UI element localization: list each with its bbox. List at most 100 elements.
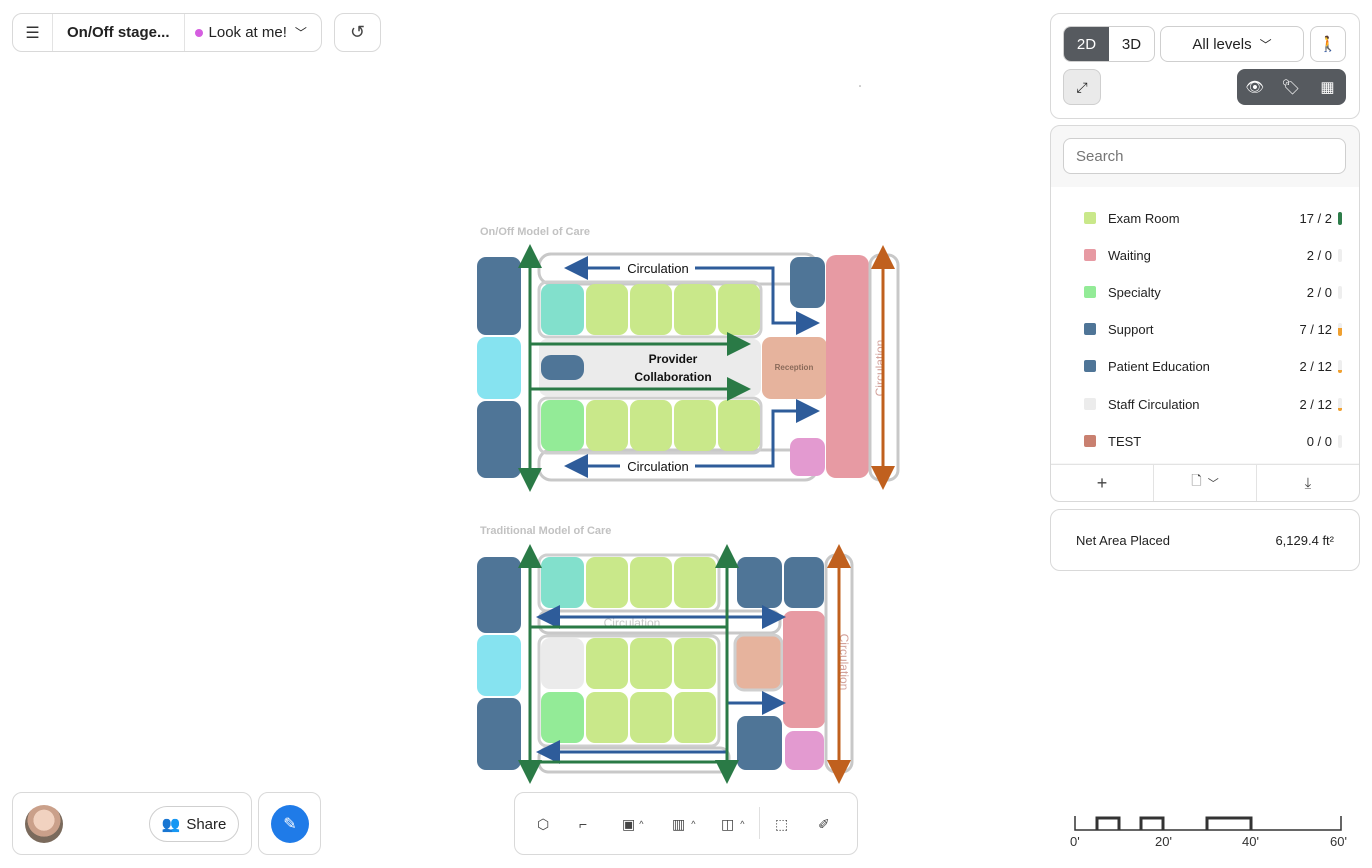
room[interactable]	[477, 337, 521, 399]
exam-room[interactable]	[630, 284, 672, 335]
building-tool-button[interactable]: ▥ ^	[672, 814, 695, 834]
legend-item[interactable]: Specialty 2 / 0	[1084, 281, 1342, 303]
image-icon: ▣	[622, 815, 636, 832]
room[interactable]	[790, 438, 825, 476]
exam-room[interactable]	[630, 557, 672, 608]
progress-bar	[1338, 285, 1342, 299]
ruler-icon: ✐	[818, 815, 830, 832]
exam-room[interactable]	[630, 400, 672, 451]
legend-item[interactable]: Staff Circulation 2 / 12	[1084, 393, 1342, 415]
cube-tool-button[interactable]: ⬡	[537, 814, 549, 834]
staff-room[interactable]	[541, 638, 584, 689]
exam-room[interactable]	[586, 400, 628, 451]
legend-item-label: Waiting	[1108, 247, 1151, 263]
waiting-room[interactable]	[826, 255, 869, 478]
support-room[interactable]	[477, 698, 521, 770]
magic-wand-button[interactable]: ✎	[271, 805, 309, 843]
avatar[interactable]	[25, 805, 63, 843]
legend-item-label: Staff Circulation	[1108, 396, 1200, 412]
scale-bar	[1074, 816, 1342, 831]
exam-room[interactable]	[630, 692, 672, 743]
specialty-room[interactable]	[541, 557, 584, 608]
room[interactable]	[785, 731, 824, 770]
collab-label-line2: Collaboration	[634, 370, 711, 384]
legend-item-count: 2 / 12	[1299, 358, 1332, 374]
specialty-room[interactable]	[541, 692, 584, 743]
exam-room[interactable]	[586, 284, 628, 335]
progress-bar	[1338, 248, 1342, 262]
legend-item[interactable]: Waiting 2 / 0	[1084, 244, 1342, 266]
mode-2d-button[interactable]: 2D	[1064, 27, 1109, 61]
reception-label: Reception	[775, 363, 814, 372]
exam-room[interactable]	[674, 400, 716, 451]
mode-3d-button[interactable]: 3D	[1109, 27, 1154, 61]
walking-person-icon: 🚶	[1318, 36, 1338, 53]
progress-bar	[1338, 434, 1342, 448]
add-program-button[interactable]: +	[1051, 465, 1154, 501]
fit-view-button[interactable]: ⤢	[1063, 69, 1101, 105]
legend-item-label: Patient Education	[1108, 358, 1210, 374]
tag-icon[interactable]: 🏷	[1273, 69, 1309, 105]
exam-room[interactable]	[586, 557, 628, 608]
door-tool-button[interactable]: ⌐	[579, 814, 587, 834]
exam-room[interactable]	[586, 638, 628, 689]
note-tool-button[interactable]: ◫ ^	[721, 814, 744, 834]
levels-dropdown[interactable]: All levels ﹀	[1160, 26, 1304, 62]
collab-label-line1: Provider	[649, 352, 698, 366]
exam-room[interactable]	[674, 557, 716, 608]
specialty-room[interactable]	[541, 400, 584, 451]
measure-tool-button[interactable]: ✐	[818, 814, 830, 834]
document-menu-button[interactable]: 🗋 ﹀	[1154, 465, 1257, 501]
legend-item-count: 2 / 0	[1306, 284, 1332, 300]
chevron-up-icon: ^	[639, 819, 644, 829]
eye-icon[interactable]: 👁	[1237, 69, 1273, 105]
support-room[interactable]	[477, 257, 521, 335]
support-room[interactable]	[737, 716, 782, 770]
color-swatch	[1084, 212, 1096, 224]
exam-room[interactable]	[718, 284, 760, 335]
legend-item[interactable]: Exam Room 17 / 2	[1084, 207, 1342, 229]
net-area-value: 6,129.4 ft²	[1275, 532, 1334, 548]
specialty-room[interactable]	[541, 284, 584, 335]
legend-item[interactable]: TEST 0 / 0	[1084, 430, 1342, 452]
chevron-down-icon: ﹀	[1259, 37, 1272, 52]
expand-arrows-icon: ⤢	[1076, 78, 1088, 95]
walk-mode-button[interactable]: 🚶	[1310, 26, 1346, 62]
support-room[interactable]	[541, 355, 584, 380]
scale-tick-0: 0'	[1070, 834, 1080, 849]
display-toggles: 👁 🏷 ▦	[1237, 69, 1346, 105]
scale-tick-2: 40'	[1242, 834, 1259, 849]
waiting-room[interactable]	[783, 611, 825, 728]
color-swatch	[1084, 398, 1096, 410]
room[interactable]	[477, 635, 521, 696]
legend-item[interactable]: Patient Education 2 / 12	[1084, 355, 1342, 377]
download-button[interactable]: ⤓	[1257, 465, 1359, 501]
exam-room[interactable]	[630, 638, 672, 689]
support-room[interactable]	[784, 557, 824, 608]
support-room[interactable]	[737, 557, 782, 608]
exam-room[interactable]	[674, 638, 716, 689]
search-input[interactable]	[1063, 138, 1346, 174]
download-icon: ⤓	[1304, 474, 1312, 492]
support-room[interactable]	[477, 401, 521, 478]
reception-room[interactable]	[733, 633, 784, 692]
document-icon: 🗋	[1191, 473, 1202, 488]
progress-bar	[1338, 397, 1342, 411]
exam-room[interactable]	[674, 692, 716, 743]
grid-icon[interactable]: ▦	[1309, 69, 1346, 105]
floor-plan-canvas[interactable]: On/Off Model of Care Provider Collaborat…	[0, 0, 1040, 790]
support-room[interactable]	[477, 557, 521, 633]
exam-room[interactable]	[718, 400, 760, 451]
legend-item[interactable]: Support 7 / 12	[1084, 318, 1342, 340]
exam-room[interactable]	[674, 284, 716, 335]
support-room[interactable]	[790, 257, 825, 308]
legend-item-count: 2 / 0	[1306, 247, 1332, 263]
share-button[interactable]: 👥 Share	[149, 806, 239, 842]
progress-bar	[1338, 359, 1342, 373]
exam-room[interactable]	[586, 692, 628, 743]
legend-item-label: Specialty	[1108, 284, 1161, 300]
traditional-plan-title: Traditional Model of Care	[480, 525, 611, 537]
image-tool-button[interactable]: ▣ ^	[622, 814, 643, 834]
scale-tick-3: 60'	[1330, 834, 1347, 849]
select-add-tool-button[interactable]: ⬚	[775, 814, 788, 834]
